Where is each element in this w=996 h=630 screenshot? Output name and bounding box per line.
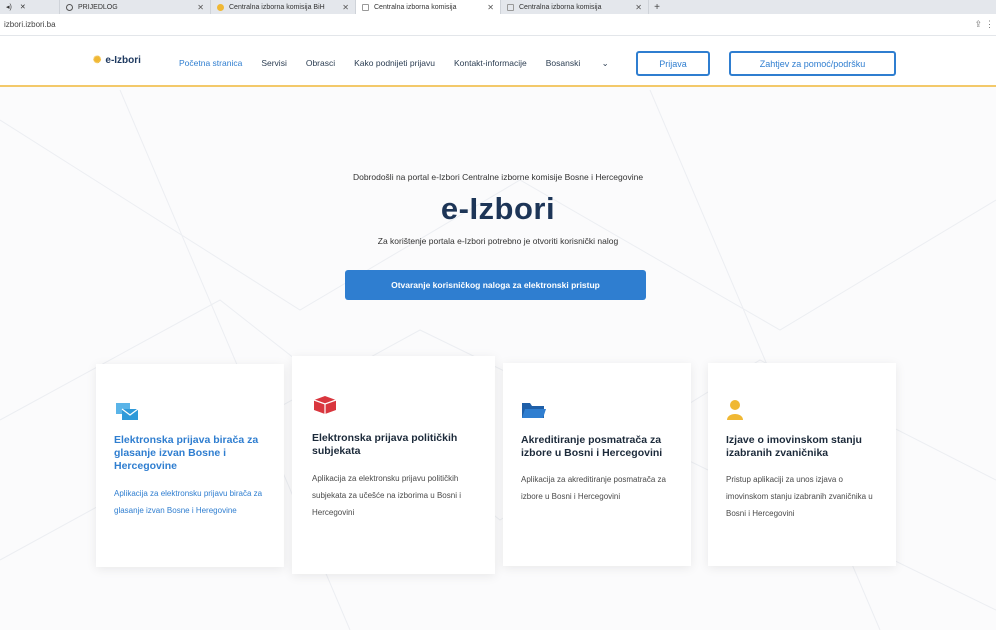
login-button[interactable]: Prijava	[636, 51, 710, 76]
browser-tab-cik-2[interactable]: Centralna izborna komisija ✕	[501, 0, 649, 14]
close-icon[interactable]: ✕	[20, 3, 26, 11]
person-icon	[727, 400, 743, 420]
help-request-button[interactable]: Zahtjev za pomoć/podršku	[729, 51, 896, 76]
site-header: ✺ e-Izbori Početna stranica Servisi Obra…	[0, 36, 996, 87]
card-text: Pristup aplikaciji za unos izjava o imov…	[726, 475, 873, 518]
folder-icon	[522, 403, 546, 418]
card-political-subjects[interactable]: Elektronska prijava političkih subjekata…	[292, 356, 495, 574]
globe-icon	[66, 3, 73, 11]
card-title: Izjave o imovinskom stanju izabranih zva…	[726, 434, 862, 459]
nav-services[interactable]: Servisi	[261, 58, 287, 69]
nav-contact[interactable]: Kontakt-informacije	[454, 58, 527, 69]
tab-label: PRIJEDLOG	[78, 3, 118, 11]
card-title: Akreditiranje posmatrača za izbore u Bos…	[521, 434, 663, 459]
card-text: Aplikacija za akreditiranje posmatrača z…	[521, 475, 666, 501]
hero-subtitle: Za korištenje portala e-Izbori potrebno …	[377, 236, 619, 246]
language-select[interactable]: Bosanski ⌄	[546, 58, 628, 69]
site-logo[interactable]: ✺ e-Izbori	[93, 55, 141, 66]
cik-logo-icon	[217, 3, 224, 11]
tab-close-icon[interactable]: ✕	[635, 3, 642, 12]
card-observer-accreditation[interactable]: Akreditiranje posmatrača za izbore u Bos…	[503, 363, 691, 566]
browser-nav-controls[interactable]: ◂) ✕	[0, 0, 60, 14]
tab-label: Centralna izborna komisija	[374, 3, 457, 11]
page-icon	[507, 3, 514, 11]
more-icon[interactable]: ⋮	[985, 19, 994, 30]
browser-tab-cik-bih[interactable]: Centralna izborna komisija BiH ✕	[211, 0, 356, 14]
nav-how-to-apply[interactable]: Kako podnijeti prijavu	[354, 58, 435, 69]
nav-forms[interactable]: Obrasci	[306, 58, 335, 69]
card-title: Elektronska prijava političkih subjekata	[312, 432, 458, 457]
tab-close-icon[interactable]: ✕	[487, 3, 494, 12]
logo-text: e-Izbori	[105, 55, 141, 66]
welcome-text: Dobrodošli na portal e-Izbori Centralne …	[352, 172, 644, 182]
main-nav: Početna stranica Servisi Obrasci Kako po…	[179, 58, 647, 69]
create-account-button[interactable]: Otvaranje korisničkog naloga za elektron…	[345, 270, 646, 300]
hero-title: e-Izbori	[440, 191, 556, 226]
tab-label: Centralna izborna komisija BiH	[229, 3, 325, 11]
ballot-envelope-icon	[116, 403, 139, 420]
page-icon	[362, 3, 369, 11]
card-title: Elektronska prijava birača za glasanje i…	[114, 434, 259, 472]
leaf-icon: ✺	[93, 55, 102, 66]
back-icon[interactable]: ◂)	[6, 3, 12, 11]
card-text: Aplikacija za elektronsku prijavu birača…	[114, 489, 263, 515]
language-label: Bosanski	[545, 58, 581, 68]
browser-tab-prijedlog[interactable]: PRIJEDLOG ✕	[60, 0, 211, 14]
new-tab-button[interactable]: +	[649, 2, 665, 13]
browser-tab-cik-active[interactable]: Centralna izborna komisija ✕	[356, 0, 501, 14]
tab-close-icon[interactable]: ✕	[197, 3, 204, 12]
card-voter-registration-abroad[interactable]: Elektronska prijava birača za glasanje i…	[96, 364, 284, 567]
address-bar[interactable]: izbori.izbori.ba ⇪ ⋮	[0, 14, 996, 36]
card-text: Aplikacija za elektronsku prijavu politi…	[312, 474, 461, 517]
share-icon[interactable]: ⇪	[974, 19, 982, 30]
tab-close-icon[interactable]: ✕	[342, 3, 349, 12]
card-asset-declarations[interactable]: Izjave o imovinskom stanju izabranih zva…	[708, 363, 896, 566]
chevron-down-icon: ⌄	[601, 58, 609, 68]
url-text[interactable]: izbori.izbori.ba	[4, 20, 56, 29]
nav-home[interactable]: Početna stranica	[179, 58, 242, 69]
open-box-icon	[313, 396, 337, 414]
tab-label: Centralna izborna komisija	[519, 3, 602, 11]
browser-tab-bar: ◂) ✕ PRIJEDLOG ✕ Centralna izborna komis…	[0, 0, 996, 14]
